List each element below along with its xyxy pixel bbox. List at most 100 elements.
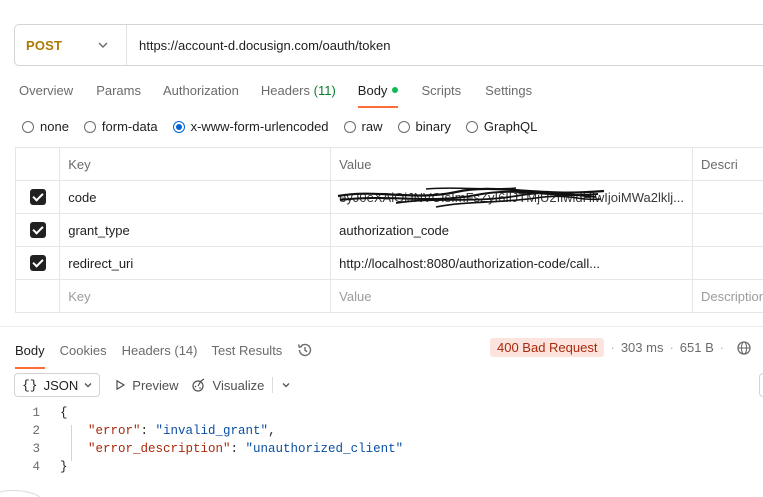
json-value: "unauthorized_client" (245, 442, 404, 456)
modified-dot (392, 87, 399, 93)
tab-body[interactable]: Body (357, 83, 399, 108)
row-checkbox-cell (14, 213, 61, 247)
status-badge[interactable]: 400 Bad Request (490, 338, 605, 357)
chevron-down-icon (98, 42, 108, 48)
separator-dot: · (669, 340, 674, 355)
history-icon[interactable] (296, 341, 314, 359)
response-size[interactable]: 651 B (680, 340, 714, 355)
radio-form-data[interactable]: form-data (83, 119, 158, 134)
visualize-button[interactable]: Visualize (191, 377, 264, 393)
radio-raw[interactable]: raw (343, 119, 383, 134)
key-placeholder[interactable]: Key (59, 279, 332, 313)
tab-authorization[interactable]: Authorization (163, 83, 239, 98)
radio-label: form-data (101, 119, 158, 134)
bottom-left-control[interactable] (0, 490, 46, 497)
code-line: 3 "error_description": "unauthorized_cli… (0, 440, 403, 458)
row-key[interactable]: redirect_uri (59, 246, 332, 280)
code-text: "error_description": "unauthorized_clien… (52, 442, 403, 456)
radio-button[interactable] (465, 120, 478, 133)
response-time[interactable]: 303 ms (621, 340, 664, 355)
format-select[interactable]: {} JSON (14, 373, 101, 397)
row-value[interactable]: http://localhost:8080/authorization-code… (330, 246, 693, 280)
table-row: code eyJ0eXAiOiJNVCIsImFsZyI6IlJTMjU2Iiw… (14, 180, 763, 214)
row-description[interactable] (691, 180, 763, 214)
code-line: 4 } (0, 458, 403, 476)
header-key: Key (59, 147, 332, 181)
tab-scripts[interactable]: Scripts (421, 83, 461, 98)
radio-binary[interactable]: binary (397, 119, 451, 134)
response-tab-headers-count: (14) (174, 342, 198, 358)
request-url-bar: POST https://account-d.docusign.com/oaut… (14, 24, 763, 66)
radio-label: GraphQL (483, 119, 538, 134)
response-tab-headers-label: Headers (121, 342, 171, 358)
header-description: Descri (691, 147, 763, 181)
tab-settings[interactable]: Settings (485, 83, 532, 98)
request-tabs: Overview Params Authorization Headers (1… (19, 83, 532, 108)
row-value[interactable]: authorization_code (330, 213, 693, 247)
format-label: JSON (43, 377, 79, 393)
header-check-cell (14, 147, 61, 181)
row-key[interactable]: grant_type (59, 213, 332, 247)
description-placeholder[interactable]: Description (691, 279, 763, 313)
row-key[interactable]: code (59, 180, 332, 214)
chevron-down-icon[interactable] (281, 380, 291, 390)
radio-button-selected[interactable] (172, 120, 185, 133)
row-description[interactable] (691, 246, 763, 280)
response-toolbar: {} JSON Preview Visualize (14, 373, 291, 397)
response-tab-headers[interactable]: Headers (14) (122, 343, 198, 358)
tab-body-label: Body (357, 83, 388, 98)
body-params-table: Key Value Descri code eyJ0eXAiOiJNVCIsIm… (14, 147, 763, 313)
row-checkbox[interactable] (29, 189, 46, 206)
code-text: { (60, 406, 68, 420)
preview-button[interactable]: Preview (114, 378, 179, 393)
row-value-cell[interactable]: eyJ0eXAiOiJNVCIsImFsZyI6IlJTMjU2IiwidHlw… (330, 180, 693, 214)
radio-button[interactable] (397, 120, 410, 133)
radio-graphql[interactable]: GraphQL (465, 119, 538, 134)
radio-label: none (40, 119, 69, 134)
indent-guide (71, 425, 72, 461)
radio-button[interactable] (83, 120, 96, 133)
row-checkbox[interactable] (29, 255, 46, 272)
response-tool-button-edge[interactable] (759, 373, 763, 397)
row-checkbox[interactable] (29, 222, 46, 239)
tab-headers-count: (11) (313, 83, 336, 98)
response-tab-body[interactable]: Body (15, 343, 45, 369)
radio-button[interactable] (343, 120, 356, 133)
radio-label: raw (361, 119, 383, 134)
line-number: 3 (32, 442, 40, 456)
row-checkbox-cell (14, 180, 61, 214)
line-number: 2 (32, 424, 40, 438)
row-checkbox-cell (14, 246, 61, 280)
body-type-radios: none form-data x-www-form-urlencoded raw… (22, 119, 552, 134)
row-checkbox-cell (14, 279, 61, 313)
json-key: "error_description" (88, 442, 231, 456)
method-select[interactable]: POST (15, 25, 127, 65)
code-line: 2 "error": "invalid_grant", (0, 422, 403, 440)
code-line: 1 { (0, 404, 403, 422)
method-label: POST (26, 37, 63, 53)
visualize-icon (191, 378, 204, 392)
row-description[interactable] (691, 213, 763, 247)
tab-headers[interactable]: Headers (11) (261, 83, 336, 98)
toolbar-divider (272, 377, 274, 393)
response-tab-test-results[interactable]: Test Results (212, 343, 283, 358)
table-header-row: Key Value Descri (14, 147, 763, 181)
radio-none[interactable]: none (22, 119, 69, 134)
line-number: 1 (32, 406, 40, 420)
radio-button[interactable] (22, 120, 34, 133)
line-number: 4 (32, 460, 40, 474)
table-row-empty: Key Value Description (14, 279, 763, 313)
value-placeholder[interactable]: Value (330, 279, 693, 313)
separator-dot: · (610, 340, 615, 355)
radio-x-www-form-urlencoded[interactable]: x-www-form-urlencoded (172, 119, 329, 134)
tab-overview[interactable]: Overview (19, 83, 73, 98)
json-key: "error" (88, 424, 141, 438)
play-icon (116, 379, 126, 391)
globe-network-icon[interactable] (736, 340, 752, 356)
separator-dot: · (719, 340, 725, 355)
tab-params[interactable]: Params (96, 83, 141, 98)
table-row: grant_type authorization_code (14, 213, 763, 247)
response-tab-cookies[interactable]: Cookies (60, 343, 107, 358)
response-code-viewer[interactable]: 1 { 2 "error": "invalid_grant", 3 "error… (0, 404, 403, 476)
url-input[interactable]: https://account-d.docusign.com/oauth/tok… (127, 38, 391, 53)
